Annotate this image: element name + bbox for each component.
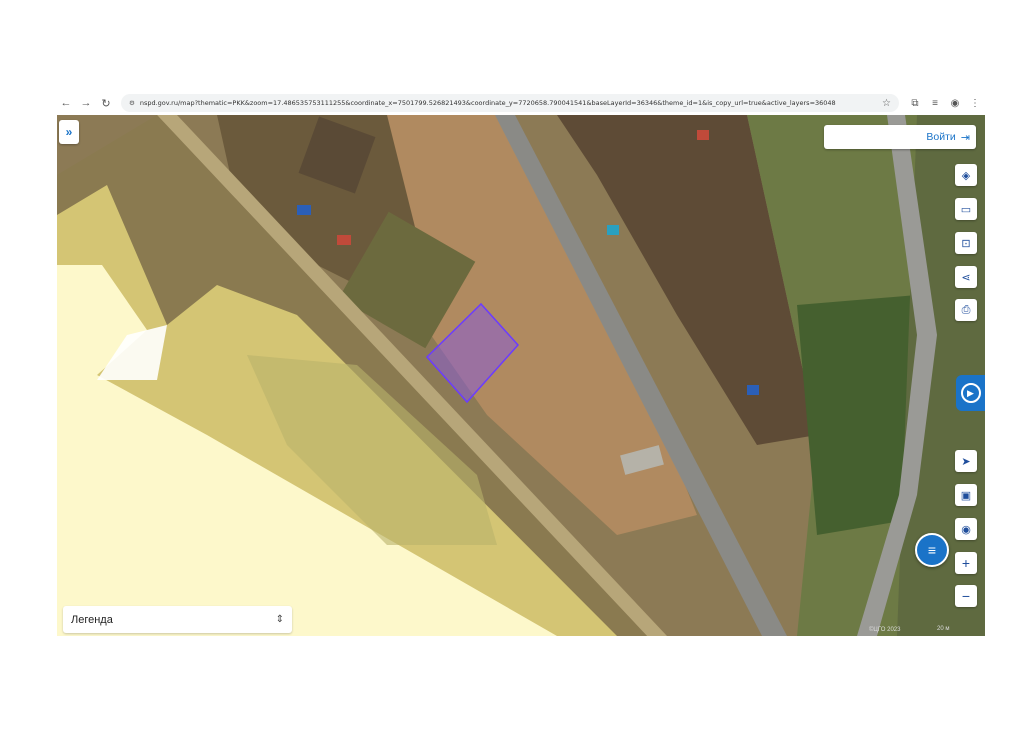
panel-icon: ▶ [960, 383, 981, 403]
profile-icon[interactable]: ◉ [945, 94, 965, 112]
layers-icon[interactable]: ◈ [955, 164, 977, 186]
map-attribution: ©ЦГО 2023 [869, 627, 901, 633]
login-icon: ⇥ [960, 131, 970, 144]
map-marker-icon[interactable]: ◉ [955, 518, 977, 540]
address-bar[interactable]: ⚙ nspd.gov.ru/map?thematic=PKK&zoom=17.4… [121, 94, 899, 112]
reload-icon[interactable]: ↻ [97, 94, 115, 112]
chat-icon[interactable]: ≡ [915, 533, 949, 567]
kebab-menu-icon[interactable]: ⋮ [965, 94, 985, 112]
side-panel-tab[interactable]: ▶ [956, 375, 985, 411]
browser-toolbar: ← → ↻ ⚙ nspd.gov.ru/map?thematic=PKK&zoo… [57, 92, 985, 114]
double-chevron-right-icon[interactable]: » [59, 120, 79, 144]
zoom-out-icon[interactable]: − [955, 585, 977, 607]
legend-dropdown[interactable]: Легенда ⇕ [63, 606, 292, 633]
locate-icon[interactable]: ➤ [955, 450, 977, 472]
ruler-icon[interactable]: ▭ [955, 198, 977, 220]
url-text: nspd.gov.ru/map?thematic=PKK&zoom=17.486… [139, 99, 836, 107]
chevron-updown-icon: ⇕ [275, 614, 284, 625]
zoom-in-icon[interactable]: + [955, 552, 977, 574]
login-button[interactable]: Войти ⇥ [824, 125, 976, 149]
arrow-left-icon[interactable]: ← [57, 94, 75, 112]
legend-label: Легенда [71, 613, 113, 626]
scale-bar: 20 м [937, 626, 950, 632]
star-icon[interactable]: ☆ [882, 98, 891, 109]
print-icon[interactable]: ⎙ [955, 299, 977, 321]
aerial-imagery [57, 115, 985, 636]
arrow-right-icon[interactable]: → [77, 94, 95, 112]
login-label: Войти [926, 131, 956, 143]
search-area-icon[interactable]: ⊡ [955, 232, 977, 254]
media-icon[interactable]: ≡ [925, 94, 945, 112]
map-view[interactable]: » Войти ⇥ ◈ ▭ ⊡ ⋖ ⎙ ▶ ➤ ▣ ◉ + − ≡ Легенд… [57, 115, 985, 636]
picture-icon[interactable]: ▣ [955, 484, 977, 506]
puzzle-icon[interactable]: ⧉ [905, 94, 925, 112]
share-icon[interactable]: ⋖ [955, 266, 977, 288]
tune-icon[interactable]: ⚙ [129, 99, 135, 107]
